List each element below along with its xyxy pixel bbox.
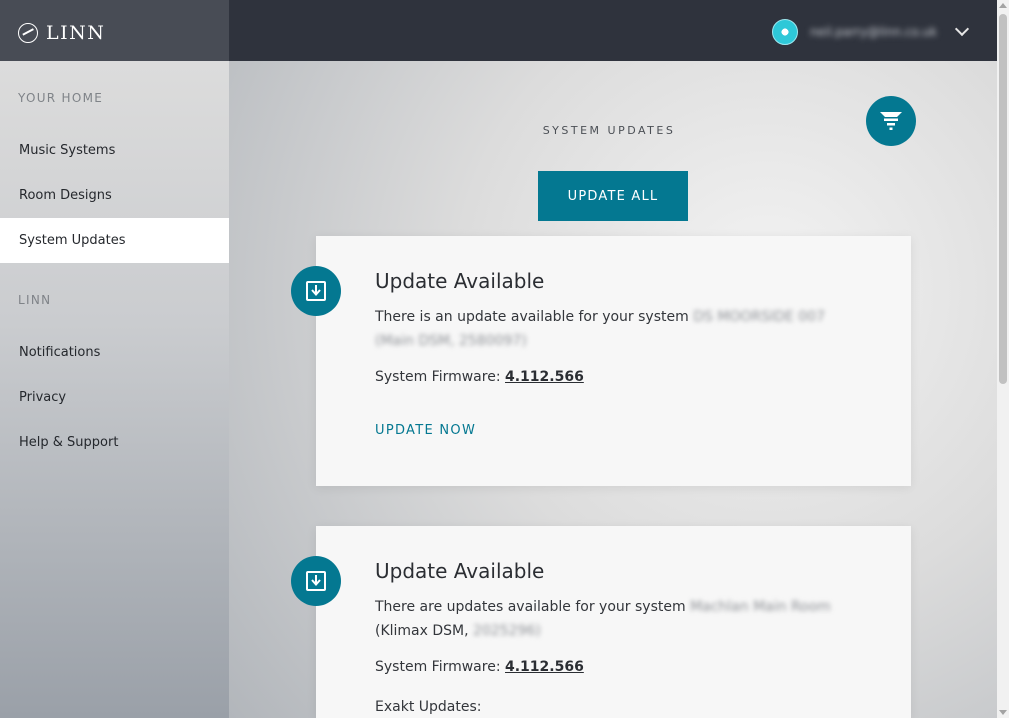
card-description: There is an update available for your sy… (375, 305, 855, 353)
card-title: Update Available (375, 269, 545, 293)
top-bar: neil.parry@linn.co.uk (229, 0, 997, 61)
account-email: neil.parry@linn.co.uk (810, 25, 937, 39)
card-description-text: There are updates available for your sys… (375, 599, 686, 615)
sidebar-item-music-systems[interactable]: Music Systems (0, 128, 229, 173)
avatar (772, 19, 798, 45)
download-icon-badge (291, 556, 341, 606)
brand-name: LINN (46, 22, 106, 44)
download-icon-badge (291, 266, 341, 316)
account-menu[interactable]: neil.parry@linn.co.uk (772, 19, 970, 45)
sidebar-item-privacy[interactable]: Privacy (0, 375, 229, 420)
system-serial: 2025296) (473, 623, 541, 639)
sidebar-item-system-updates[interactable]: System Updates (0, 218, 229, 263)
filter-icon (880, 112, 902, 130)
card-title: Update Available (375, 559, 545, 583)
filter-button[interactable] (866, 96, 916, 146)
download-icon (306, 571, 326, 591)
firmware-version-link[interactable]: 4.112.566 (505, 659, 584, 675)
update-card: Update Available There are updates avail… (291, 526, 911, 718)
chevron-down-icon[interactable] (954, 21, 970, 37)
sidebar-section-linn: LINN (18, 293, 52, 307)
linn-logo-icon (18, 23, 38, 43)
download-icon (306, 281, 326, 301)
sidebar-item-help-support[interactable]: Help & Support (0, 420, 229, 465)
sidebar: YOUR HOME Music Systems Room Designs Sys… (0, 61, 229, 718)
scrollbar[interactable] (997, 0, 1009, 718)
firmware-row: System Firmware: 4.112.566 (375, 369, 584, 385)
update-all-button[interactable]: UPDATE ALL (538, 171, 688, 221)
update-now-button[interactable]: UPDATE NOW (375, 423, 476, 438)
scroll-down-icon[interactable] (999, 710, 1007, 715)
firmware-label: System Firmware: (375, 369, 501, 385)
system-model: (Klimax DSM, (375, 623, 469, 639)
system-name: Machlan Main Room (690, 599, 831, 615)
brand-header: LINN (0, 0, 229, 61)
firmware-version-link[interactable]: 4.112.566 (505, 369, 584, 385)
sidebar-item-room-designs[interactable]: Room Designs (0, 173, 229, 218)
scroll-thumb[interactable] (999, 14, 1007, 384)
firmware-row: System Firmware: 4.112.566 (375, 659, 584, 675)
update-card: Update Available There is an update avai… (291, 236, 911, 486)
card-description-text: There is an update available for your sy… (375, 309, 689, 325)
exakt-updates-label: Exakt Updates: (375, 699, 482, 715)
sidebar-item-notifications[interactable]: Notifications (0, 330, 229, 375)
linn-logo[interactable]: LINN (18, 22, 105, 44)
card-description: There are updates available for your sys… (375, 595, 855, 643)
sidebar-section-your-home: YOUR HOME (18, 91, 104, 105)
firmware-label: System Firmware: (375, 659, 501, 675)
scroll-up-icon[interactable] (999, 3, 1007, 8)
